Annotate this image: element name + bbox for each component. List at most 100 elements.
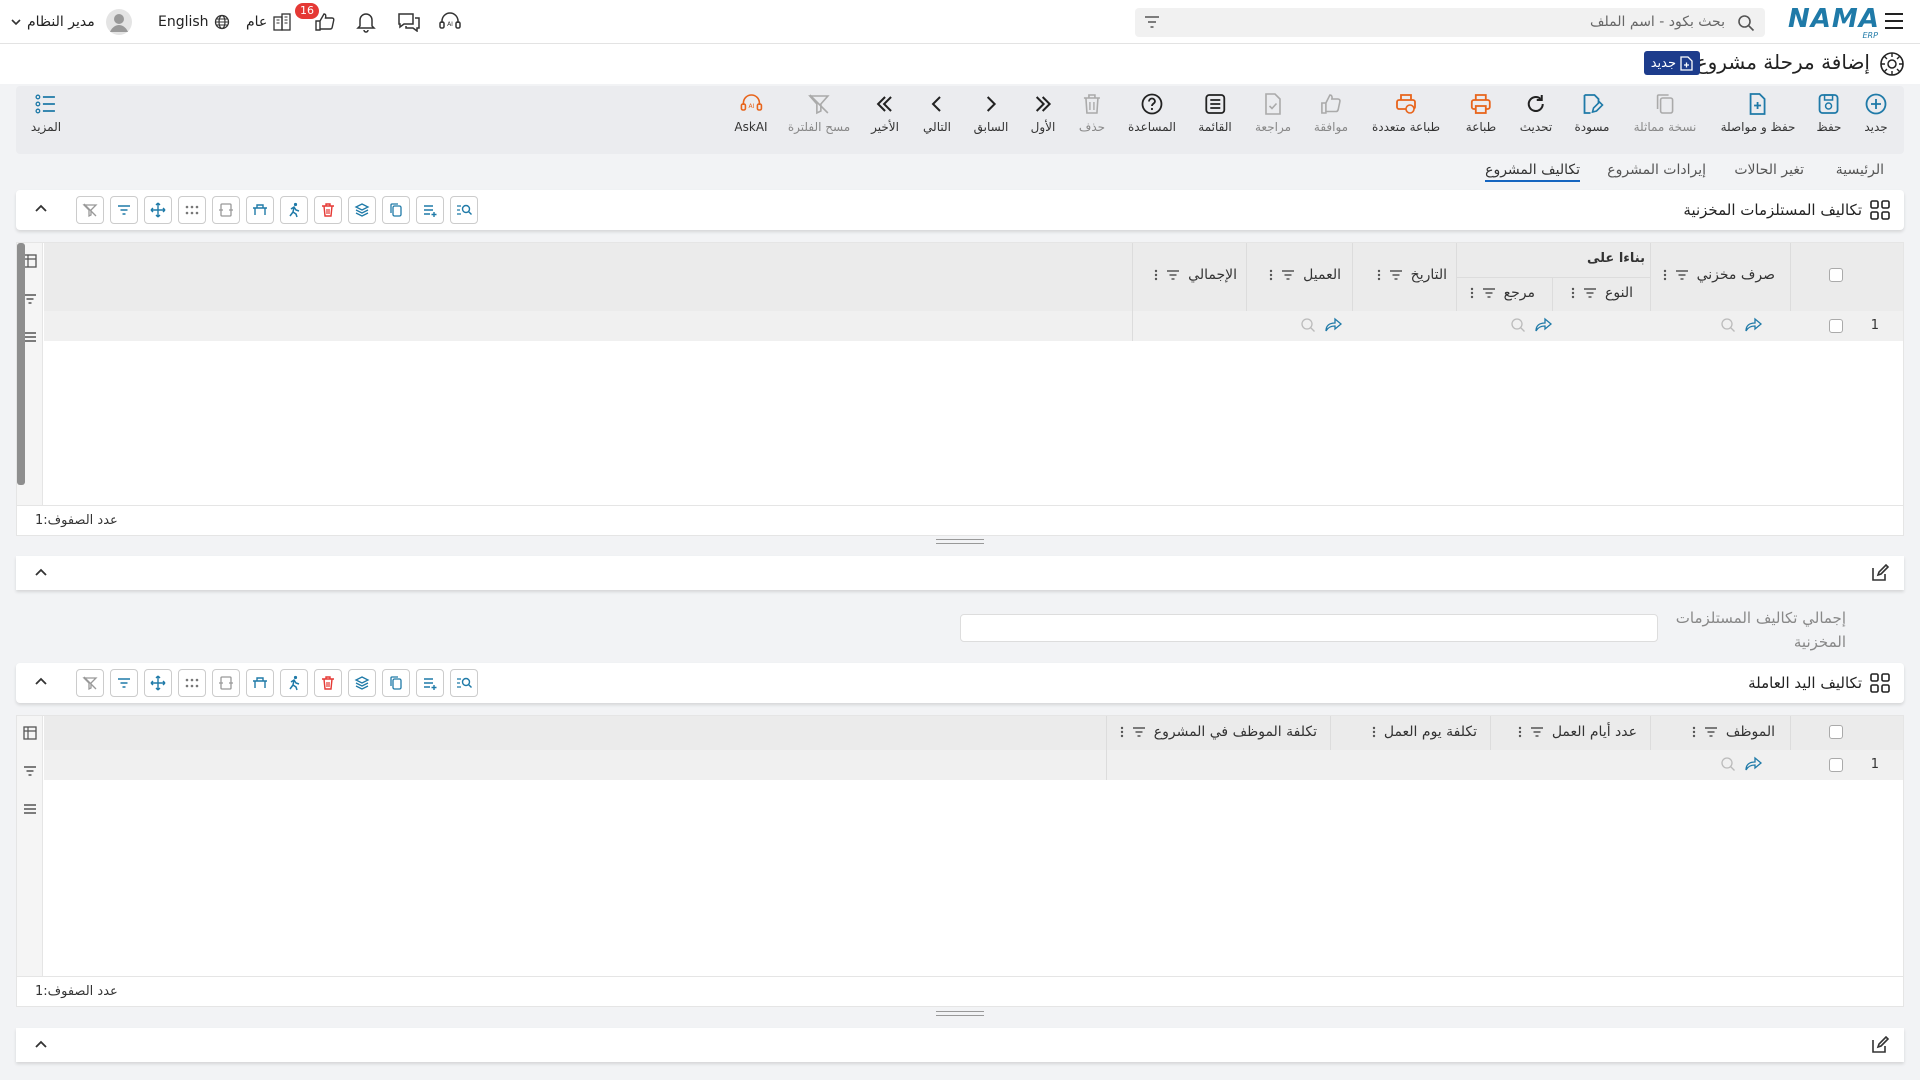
more-vert-icon[interactable] <box>1377 269 1381 281</box>
save-button[interactable]: حفظ <box>1817 92 1841 134</box>
user-menu[interactable]: مدير النظام <box>10 0 132 44</box>
column-date[interactable]: التاريخ <box>1377 267 1447 283</box>
resize-handle[interactable] <box>936 539 984 544</box>
first-record-button[interactable]: الأول <box>1031 92 1055 134</box>
last-record-button[interactable]: الأخير <box>871 92 899 134</box>
move-icon[interactable] <box>144 196 172 224</box>
filter-icon[interactable] <box>1675 269 1689 281</box>
tab-main[interactable]: الرئيسية <box>1836 162 1884 178</box>
trash-icon[interactable] <box>314 669 342 697</box>
search-input[interactable]: بحث بكود - اسم الملف <box>1590 14 1725 30</box>
edit-icon[interactable] <box>1870 1036 1890 1054</box>
table-settings-icon[interactable] <box>246 196 274 224</box>
notifications-button[interactable] <box>356 0 376 44</box>
scope-switch[interactable]: عام <box>246 0 292 44</box>
filter-icon[interactable] <box>1530 726 1544 738</box>
copy-icon[interactable] <box>382 196 410 224</box>
delete-button[interactable]: حذف <box>1079 92 1105 134</box>
row-checkbox[interactable] <box>1829 319 1843 333</box>
move-icon[interactable] <box>144 669 172 697</box>
more-vert-icon[interactable] <box>1154 269 1158 281</box>
more-vert-icon[interactable] <box>1120 726 1124 738</box>
select-all-checkbox[interactable] <box>1829 725 1843 739</box>
fit-columns-icon[interactable] <box>212 196 240 224</box>
column-employee[interactable]: الموظف <box>1692 724 1775 740</box>
tab-project-revenues[interactable]: إيرادات المشروع <box>1607 162 1706 178</box>
table-settings-icon[interactable] <box>246 669 274 697</box>
lookup-icon[interactable] <box>1299 317 1317 333</box>
table-row[interactable]: 1 <box>44 311 1903 341</box>
column-employee-cost[interactable]: تكلفة الموظف في المشروع <box>1120 724 1317 740</box>
lookup-icon[interactable] <box>1509 317 1527 333</box>
more-button[interactable]: المزيد <box>31 92 61 134</box>
trash-icon[interactable] <box>314 196 342 224</box>
help-button[interactable]: المساعدة <box>1128 92 1176 134</box>
filter-icon[interactable] <box>110 669 138 697</box>
more-vert-icon[interactable] <box>1571 287 1575 299</box>
refresh-button[interactable]: تحديث <box>1520 92 1552 134</box>
open-link-icon[interactable] <box>1535 317 1553 333</box>
tab-status-changes[interactable]: تغير الحالات <box>1734 162 1804 178</box>
select-all-checkbox[interactable] <box>1829 268 1843 282</box>
filter-icon[interactable] <box>1281 269 1295 281</box>
review-button[interactable]: مراجعة <box>1255 92 1291 134</box>
collapse-section-icon[interactable] <box>34 566 48 580</box>
more-vert-icon[interactable] <box>1518 726 1522 738</box>
fit-columns-icon[interactable] <box>212 669 240 697</box>
language-switch[interactable]: English <box>158 0 230 44</box>
total-stock-costs-input[interactable] <box>960 614 1658 642</box>
nama-erp-logo[interactable]: NAMA ERP <box>1788 4 1880 40</box>
run-icon[interactable] <box>280 669 308 697</box>
filter-icon[interactable] <box>1143 14 1161 30</box>
copy-icon[interactable] <box>382 669 410 697</box>
resize-handle[interactable] <box>936 1011 984 1016</box>
messages-button[interactable] <box>397 0 421 44</box>
edit-icon[interactable] <box>1870 564 1890 582</box>
multi-print-button[interactable]: طباعة متعددة <box>1372 92 1440 134</box>
list-button[interactable]: القائمة <box>1198 92 1232 134</box>
row-checkbox[interactable] <box>1829 758 1843 772</box>
next-record-button[interactable]: التالي <box>923 92 951 134</box>
filter-icon[interactable] <box>1132 726 1146 738</box>
more-vert-icon[interactable] <box>1470 287 1474 299</box>
search-list-icon[interactable] <box>450 669 478 697</box>
run-icon[interactable] <box>280 196 308 224</box>
previous-record-button[interactable]: السابق <box>974 92 1008 134</box>
clear-filter-icon[interactable] <box>76 669 104 697</box>
open-link-icon[interactable] <box>1745 317 1763 333</box>
ai-assistant-button[interactable]: AI <box>438 0 462 44</box>
table-row[interactable]: 1 <box>44 750 1903 780</box>
filter-icon[interactable] <box>22 763 38 779</box>
column-work-days[interactable]: عدد أيام العمل <box>1518 724 1637 740</box>
duplicate-button[interactable]: نسخة مماثلة <box>1634 92 1696 134</box>
filter-icon[interactable] <box>1389 269 1403 281</box>
hamburger-menu-icon[interactable] <box>1884 12 1904 30</box>
column-reference[interactable]: مرجع <box>1470 285 1535 301</box>
filter-icon[interactable] <box>1166 269 1180 281</box>
more-vert-icon[interactable] <box>1692 726 1696 738</box>
column-stock-issue[interactable]: صرف مخزني <box>1663 267 1775 283</box>
print-button[interactable]: طباعة <box>1466 92 1496 134</box>
more-vert-icon[interactable] <box>1372 726 1376 738</box>
global-search[interactable]: بحث بكود - اسم الملف <box>1135 8 1765 37</box>
save-continue-button[interactable]: حفظ و مواصلة <box>1721 92 1795 134</box>
column-total[interactable]: الإجمالي <box>1154 267 1237 283</box>
column-customer[interactable]: العميل <box>1269 267 1341 283</box>
add-row-icon[interactable] <box>416 669 444 697</box>
collapse-section-icon[interactable] <box>34 1038 48 1052</box>
search-list-icon[interactable] <box>450 196 478 224</box>
clear-filter-icon[interactable] <box>76 196 104 224</box>
column-type[interactable]: النوع <box>1571 285 1633 301</box>
add-row-icon[interactable] <box>416 196 444 224</box>
ask-ai-button[interactable]: AI AskAI <box>734 92 768 134</box>
collapse-section-icon[interactable] <box>34 202 48 216</box>
vertical-scrollbar[interactable] <box>17 243 25 485</box>
filter-icon[interactable] <box>1482 287 1496 299</box>
filter-icon[interactable] <box>1583 287 1597 299</box>
column-day-cost[interactable]: تكلفة يوم العمل <box>1372 724 1477 740</box>
collapse-section-icon[interactable] <box>34 675 48 689</box>
more-vert-icon[interactable] <box>1269 269 1273 281</box>
layers-icon[interactable] <box>348 196 376 224</box>
lookup-icon[interactable] <box>1719 317 1737 333</box>
new-button[interactable]: جديد <box>1864 92 1888 134</box>
